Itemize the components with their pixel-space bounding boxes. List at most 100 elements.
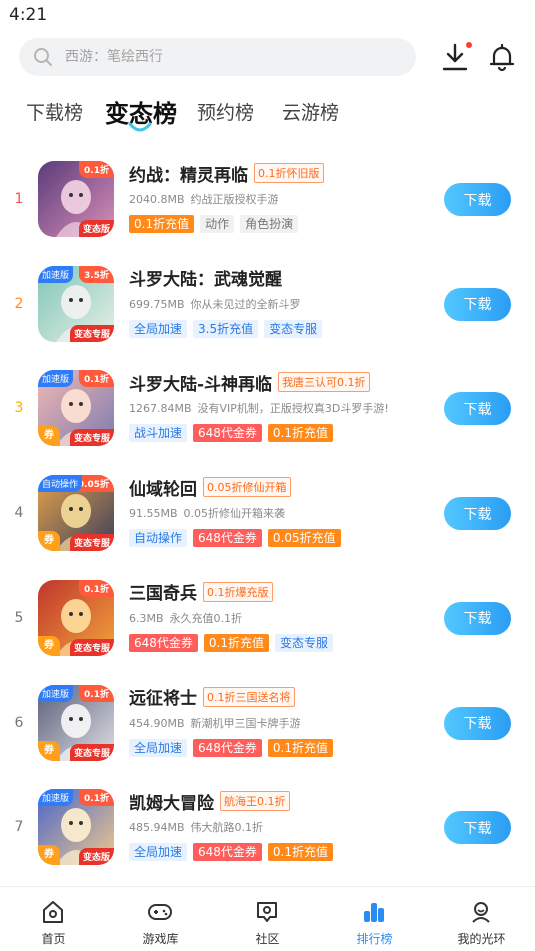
game-icon[interactable]: 0.1折 加速版 变态专服券 [38,684,114,761]
game-tags: 全局加速 648代金券 0.1折充值 [129,843,334,862]
game-tags: 全局加速 3.5折充值 变态专服 [129,319,323,338]
game-icon[interactable]: 0.05折 自动操作 变态专服券 [38,475,114,552]
download-button[interactable]: 下载 [444,287,511,321]
search-row [0,38,535,78]
nav-label: 社区 [255,932,280,946]
tab-download-rank[interactable]: 下载榜 [26,98,83,125]
bottom-nav: 首页 游戏库 社区 排行榜 我的光环 [0,886,535,951]
download-button[interactable]: 下载 [444,706,511,740]
game-list-item[interactable]: 7 0.1折 加速版 变态版券 凯姆大冒险 航海王0.1折 485.94MB 伟大航路0… [0,778,535,882]
game-list-item[interactable]: 6 0.1折 加速版 变态专服券 远征将士 0.1折三国送名将 454.90MB 新潮机… [0,674,535,778]
discount-badge: 0.1折 [79,161,114,178]
promo-tag: 我唐三认可0.1折 [278,372,370,393]
discount-badge: 0.1折 [79,370,114,388]
promo-tag: 航海王0.1折 [220,791,290,812]
game-size: 1267.84MB [129,402,192,416]
game-description: 永久充值0.1折 [169,611,243,625]
game-meta: 1267.84MB 没有VIP机制，正版授权真3D斗罗手游! [129,400,389,416]
nav-community[interactable]: 社区 [214,887,321,951]
game-tag: 0.1折充值 [267,424,334,443]
game-icon[interactable]: 0.1折 加速版 变态版券 [38,789,114,866]
server-badge: 变态专服 [69,429,114,447]
version-badge: 自动操作 [38,475,83,493]
game-size: 91.55MB [129,507,178,521]
rank-tabs: 下载榜 变态榜 预约榜 云游榜 [0,92,535,136]
game-tag: 0.1折充值 [267,738,334,757]
game-tag: 角色扮演 [240,215,299,233]
game-tags: 全局加速 648代金券 0.1折充值 [129,738,334,757]
game-title-row: 远征将士 0.1折三国送名将 [129,685,295,709]
game-list-item[interactable]: 5 0.1折 变态专服券 三国奇兵 0.1折爆充版 6.3MB 永久充值0.1折 64… [0,569,535,673]
rank-number: 4 [14,505,24,522]
search-input[interactable] [65,38,395,76]
game-icon[interactable]: 0.1折 加速版 变态专服券 [38,370,114,447]
discount-badge: 0.1折 [79,684,114,702]
promo-tag: 0.05折修仙开箱 [203,477,291,498]
gamepad-icon [148,904,172,920]
game-meta: 699.75MB 你从未见过的全新斗罗 [129,296,301,312]
game-tags: 648代金券 0.1折充值 变态专服 [129,633,334,652]
coupon-badge: 券 [38,531,60,552]
download-button[interactable]: 下载 [444,601,511,635]
download-button[interactable]: 下载 [444,392,511,426]
game-tag: 战斗加速 [129,424,188,443]
rank-number: 6 [14,714,24,731]
tab-active-indicator [128,122,152,132]
game-size: 454.90MB [129,716,185,730]
game-name: 凯姆大冒险 [129,793,214,814]
nav-game-library[interactable]: 游戏库 [107,887,214,951]
game-name: 仙域轮回 [129,479,197,500]
game-icon[interactable]: 0.1折 变态专服券 [38,579,114,656]
game-tag: 0.1折充值 [203,633,269,652]
game-title-row: 凯姆大冒险 航海王0.1折 [129,789,290,814]
status-time: 4:21 [9,5,48,25]
coupon-badge: 券 [38,426,60,447]
download-button[interactable]: 下载 [444,497,511,531]
download-button[interactable]: 下载 [444,183,511,216]
version-badge: 加速版 [38,265,74,283]
game-tags: 自动操作 648代金券 0.05折充值 [129,529,341,548]
game-tag: 648代金券 [193,424,262,443]
rank-number: 2 [14,295,24,312]
game-list-item[interactable]: 4 0.05折 自动操作 变态专服券 仙域轮回 0.05折修仙开箱 91.55MB 0.… [0,464,535,568]
rank-number: 3 [14,400,24,417]
game-tag: 全局加速 [129,319,188,338]
nav-label: 排行榜 [356,932,393,946]
game-description: 你从未见过的全新斗罗 [190,297,301,311]
tab-cloud-rank[interactable]: 云游榜 [282,98,339,125]
game-description: 新潮机甲三国卡牌手游 [190,716,301,730]
game-description: 伟大航路0.1折 [190,821,264,835]
nav-label: 首页 [41,932,66,946]
game-description: 0.05折修仙开箱来袭 [183,507,286,521]
game-tag: 0.1折充值 [267,843,334,862]
search-box[interactable] [19,38,416,76]
tab-reserve-rank[interactable]: 预约榜 [197,98,254,125]
game-icon[interactable]: 0.1折 变态版 [38,161,114,237]
community-icon [257,902,277,922]
discount-badge: 3.5折 [79,265,114,283]
notification-dot [466,42,472,48]
promo-tag: 0.1折三国送名将 [203,686,295,707]
bell-icon[interactable] [488,42,516,72]
server-badge: 变态专服 [69,324,114,342]
nav-home[interactable]: 首页 [0,887,107,951]
coupon-badge: 券 [38,635,60,656]
game-tag: 648代金券 [193,529,262,548]
version-badge: 加速版 [38,684,74,702]
game-list-item[interactable]: 3 0.1折 加速版 变态专服券 斗罗大陆-斗神再临 我唐三认可0.1折 1267.8… [0,359,535,463]
download-button[interactable]: 下载 [444,811,511,845]
game-meta: 6.3MB 永久充值0.1折 [129,610,242,626]
game-tag: 变态专服 [275,633,334,652]
game-list-item[interactable]: 1 0.1折 变态版 约战：精灵再临 0.1折怀旧版 2040.8MB 约战正版授权手… [0,150,535,254]
game-tag: 全局加速 [129,843,188,862]
game-size: 699.75MB [129,297,185,311]
game-list-item[interactable]: 2 3.5折 加速版 变态专服 斗罗大陆：武魂觉醒 699.75MB 你从未见过的全新… [0,255,535,359]
nav-profile[interactable]: 我的光环 [428,887,535,951]
nav-ranking[interactable]: 排行榜 [321,887,428,951]
promo-tag: 0.1折怀旧版 [254,163,324,183]
game-tag: 648代金券 [129,633,198,652]
download-icon[interactable] [441,42,469,72]
game-description: 没有VIP机制，正版授权真3D斗罗手游! [197,402,389,416]
game-size: 2040.8MB [129,193,185,206]
game-icon[interactable]: 3.5折 加速版变态专服 [38,265,114,342]
